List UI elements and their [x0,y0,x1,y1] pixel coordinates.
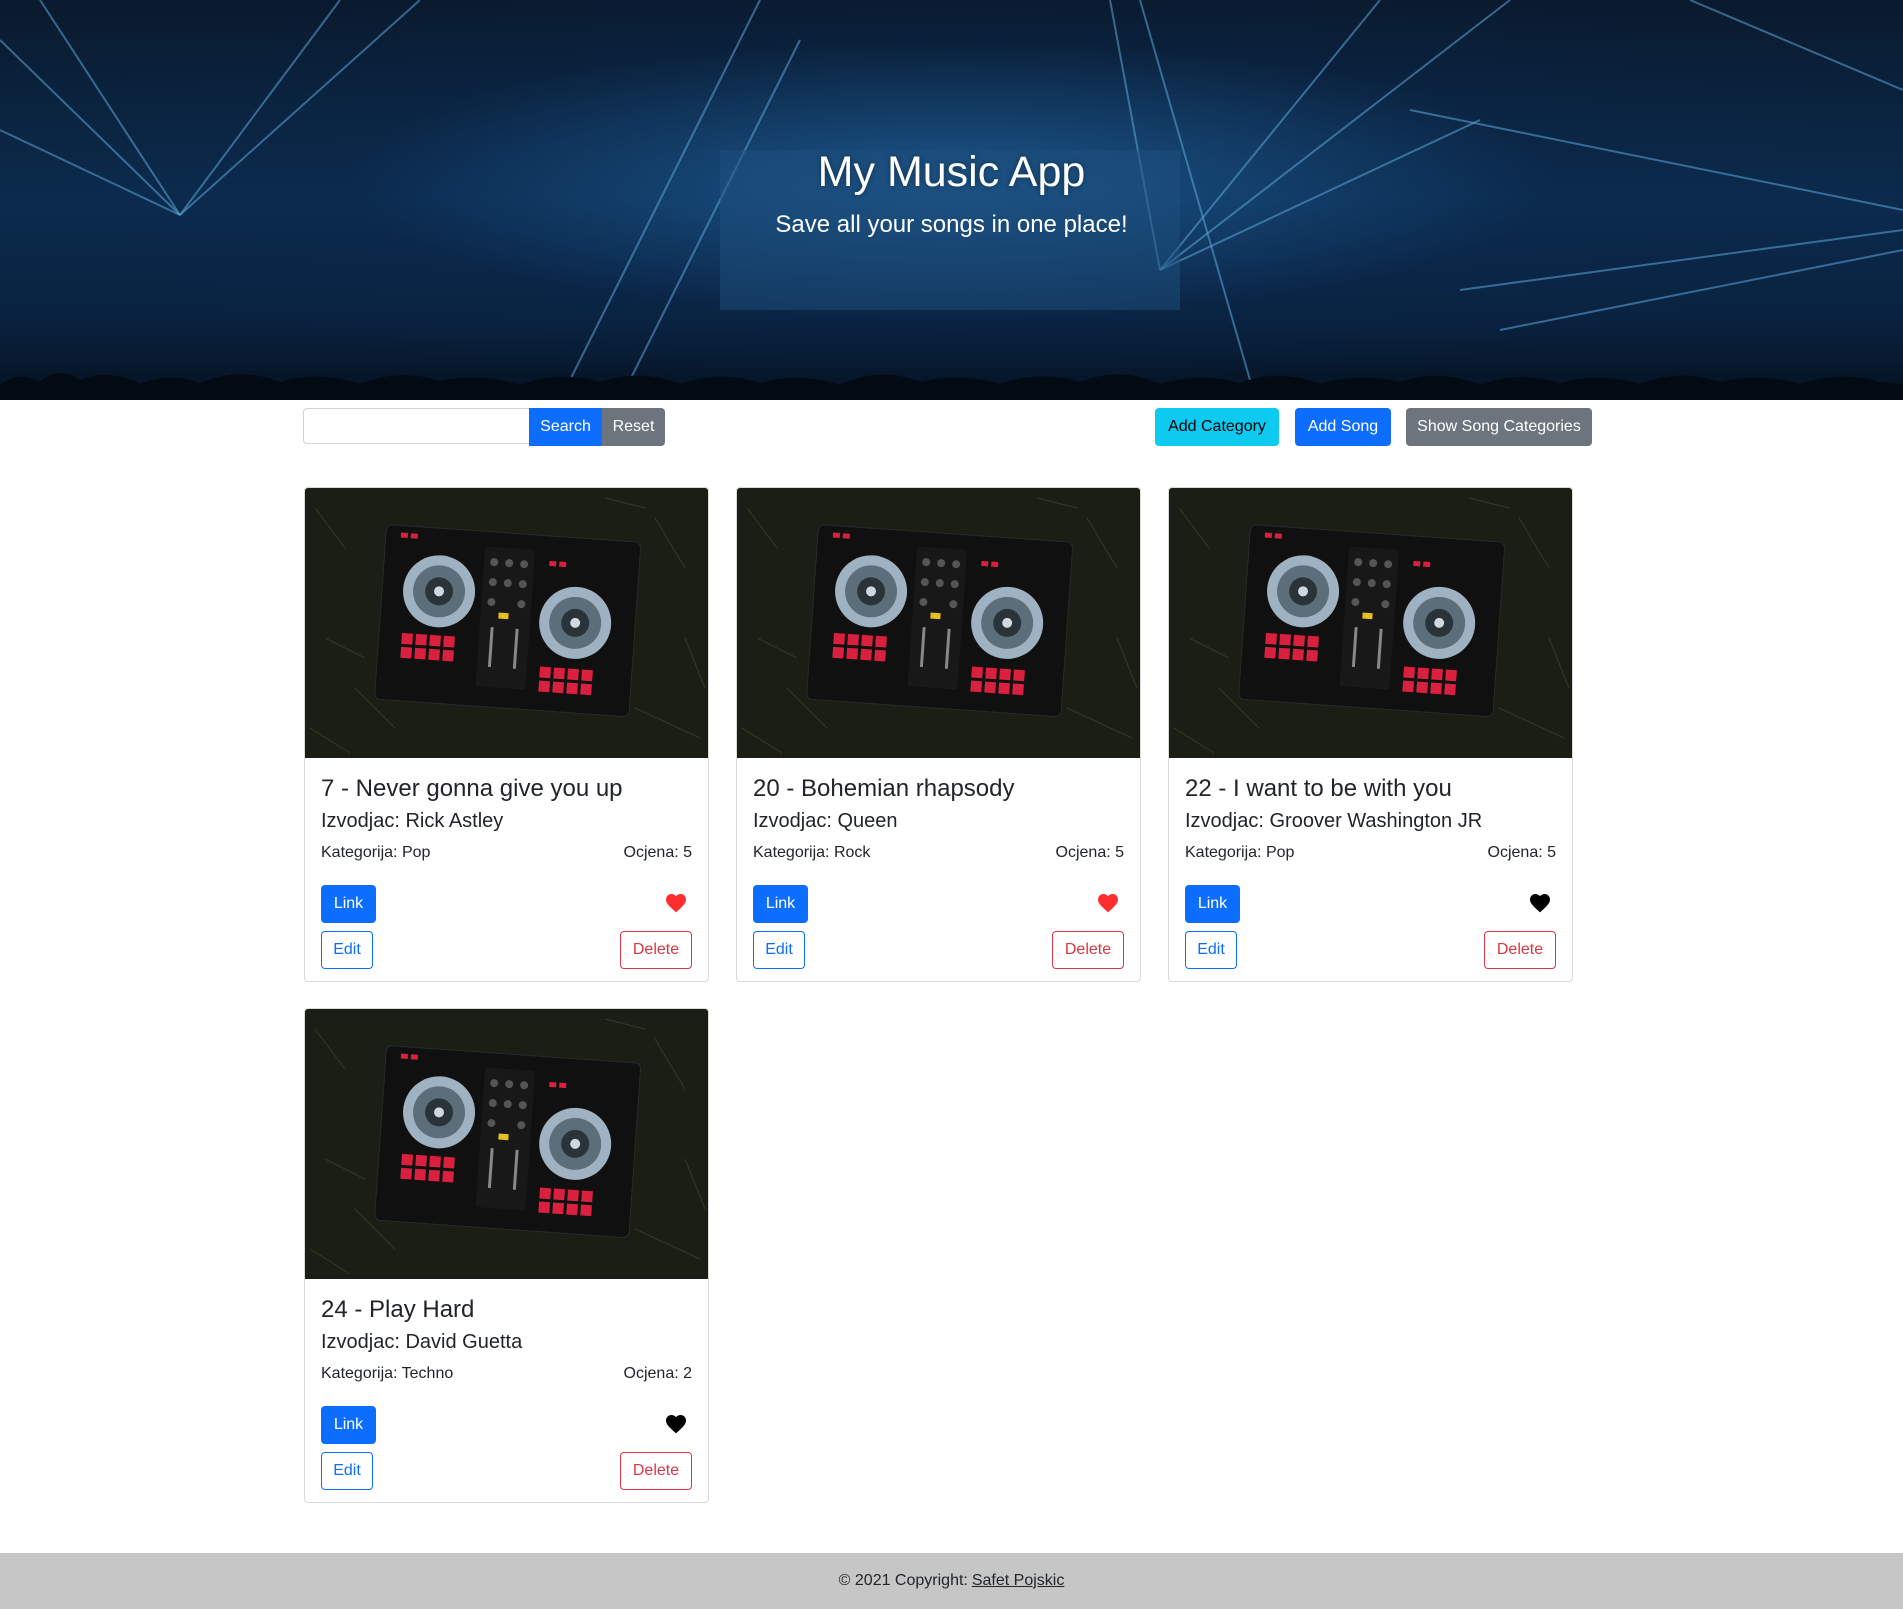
delete-button[interactable]: Delete [620,931,692,969]
song-artist: Izvodjac: Groover Washington JR [1185,810,1483,832]
song-category: Kategorija: Techno [321,1365,454,1382]
song-category: Kategorija: Rock [753,844,871,861]
song-artist: Izvodjac: Rick Astley [321,810,504,832]
search-input[interactable] [303,408,542,444]
page-title: My Music App [817,148,1086,196]
edit-button[interactable]: Edit [321,931,373,969]
hero-banner: My Music App Save all your songs in one … [0,0,1903,400]
delete-button[interactable]: Delete [1484,931,1556,969]
song-title: 22 - I want to be with you [1185,775,1452,802]
song-link-button[interactable]: Link [753,885,808,923]
song-card: 20 - Bohemian rhapsody Izvodjac: Queen K… [736,487,1141,982]
song-category: Kategorija: Pop [1185,844,1295,861]
song-title: 24 - Play Hard [321,1296,475,1323]
song-card: 7 - Never gonna give you up Izvodjac: Ri… [304,487,709,982]
page-subtitle: Save all your songs in one place! [775,211,1128,238]
song-rating: Ocjena: 5 [623,844,692,861]
song-card-image [305,488,709,758]
song-card-image [305,1009,709,1279]
search-button[interactable]: Search [529,408,602,446]
show-song-categories-button[interactable]: Show Song Categories [1406,408,1592,446]
song-card-image [1169,488,1573,758]
song-card: 24 - Play Hard Izvodjac: David Guetta Ka… [304,1008,709,1503]
song-rating: Ocjena: 2 [623,1365,692,1382]
heart-icon[interactable] [1096,891,1120,915]
song-rating: Ocjena: 5 [1487,844,1556,861]
song-link-button[interactable]: Link [321,1406,376,1444]
song-card: 22 - I want to be with you Izvodjac: Gro… [1168,487,1573,982]
song-title: 7 - Never gonna give you up [321,775,623,802]
add-category-button[interactable]: Add Category [1155,408,1279,446]
edit-button[interactable]: Edit [321,1452,373,1490]
song-link-button[interactable]: Link [1185,885,1240,923]
footer-author-link[interactable]: Safet Pojskic [972,1572,1064,1590]
song-title: 20 - Bohemian rhapsody [753,775,1015,802]
concert-lasers-image [0,0,1903,400]
toolbar: Search Reset Add Category Add Song Show … [303,408,1592,446]
delete-button[interactable]: Delete [620,1452,692,1490]
song-artist: Izvodjac: David Guetta [321,1331,523,1353]
edit-button[interactable]: Edit [1185,931,1237,969]
add-song-button[interactable]: Add Song [1295,408,1391,446]
delete-button[interactable]: Delete [1052,931,1124,969]
heart-icon[interactable] [1528,891,1552,915]
edit-button[interactable]: Edit [753,931,805,969]
heart-icon[interactable] [664,891,688,915]
song-rating: Ocjena: 5 [1055,844,1124,861]
song-artist: Izvodjac: Queen [753,810,898,832]
song-category: Kategorija: Pop [321,844,431,861]
footer-copyright: © 2021 Copyright: [838,1572,968,1589]
song-card-image [737,488,1141,758]
footer: © 2021 Copyright: Safet Pojskic [0,1553,1903,1609]
heart-icon[interactable] [664,1412,688,1436]
song-link-button[interactable]: Link [321,885,376,923]
reset-button[interactable]: Reset [602,408,665,446]
